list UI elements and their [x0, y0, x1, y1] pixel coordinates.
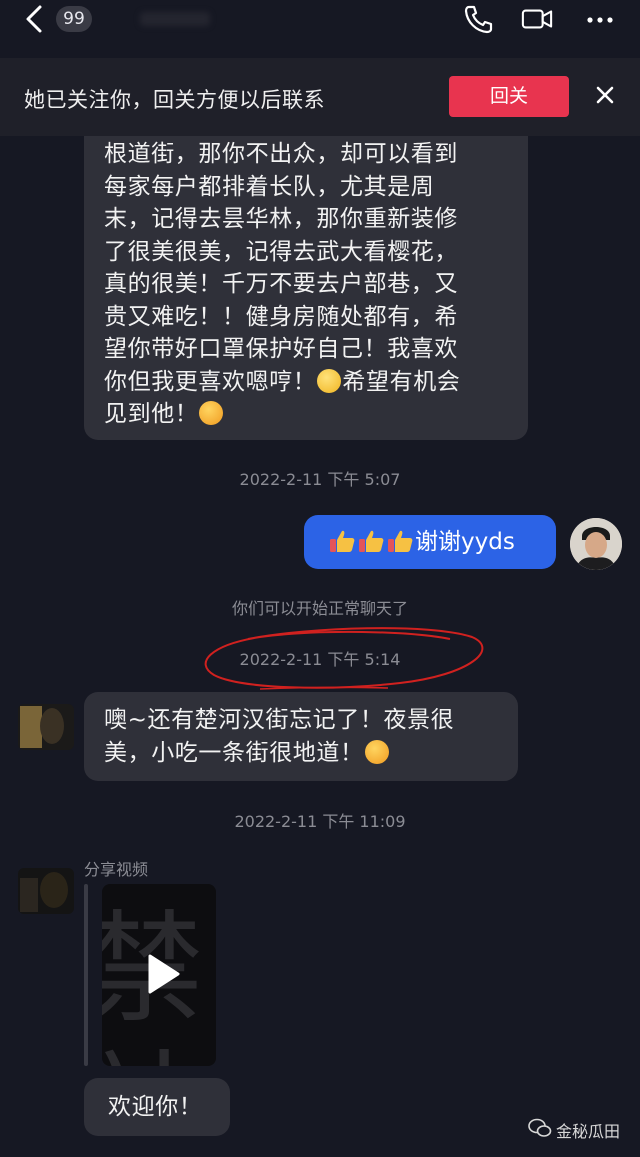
contact-avatar[interactable]: [18, 704, 74, 750]
share-video-label: 分享视频: [84, 860, 149, 879]
share-quote-bar: [84, 884, 88, 1066]
message-line: 贵又难吃！！健身房随处都有，希: [104, 303, 458, 330]
message-line: 了很美很美，记得去武大看樱花，: [104, 238, 458, 265]
more-options-icon[interactable]: [584, 4, 616, 34]
unread-badge: 99: [56, 6, 92, 32]
incoming-message-long: 根道街，那你不出众，却可以看到 每家每户都排着长队，尤其是周 末，记得去昙华林，…: [84, 120, 528, 440]
message-line-text: 见到他！: [104, 401, 199, 427]
shared-video-thumbnail[interactable]: 禁站: [102, 884, 216, 1066]
incoming-message-short: 噢~还有楚河汉街忘记了！夜景很 美，小吃一条街很地道！: [84, 692, 518, 781]
message-line: 见到他！: [104, 398, 508, 431]
watermark-text: 金秘瓜田: [556, 1122, 621, 1141]
blurred-avatar-icon: [18, 868, 74, 914]
contact-name-blurred: [140, 12, 210, 26]
message-line: 美，小吃一条街很地道！: [104, 737, 498, 770]
incoming-message-welcome: 欢迎你！: [84, 1078, 230, 1136]
red-annotation-circle: [204, 627, 484, 690]
close-icon[interactable]: [594, 84, 616, 106]
my-avatar[interactable]: [570, 518, 622, 570]
message-line: 真的很美！千万不要去户部巷，又: [104, 271, 458, 297]
play-icon[interactable]: [142, 952, 182, 996]
follow-back-text: 她已关注你，回关方便以后联系: [24, 88, 325, 112]
video-call-icon[interactable]: [521, 4, 553, 34]
phone-icon[interactable]: [462, 4, 494, 34]
follow-back-button[interactable]: 回关: [449, 76, 569, 117]
contact-avatar[interactable]: [18, 868, 74, 914]
timestamp: 2022-2-11 下午 5:07: [239, 470, 401, 489]
thumbs-up-emoji-icon: [388, 530, 413, 552]
message-line: 末，记得去昙华林，那你重新装修: [104, 206, 458, 232]
message-line: 根道街，那你不出众，却可以看到: [104, 141, 458, 167]
outgoing-message-text: 谢谢yyds: [415, 529, 515, 555]
heart-eyes-emoji-icon: [199, 401, 224, 425]
thumbs-up-emoji-icon: [330, 530, 355, 552]
heart-eyes-emoji-icon: [364, 739, 389, 764]
message-line: 你但我更喜欢嗯哼！ 希望有机会: [104, 366, 508, 399]
wechat-icon: [528, 1118, 552, 1137]
outgoing-message: 谢谢yyds: [304, 515, 556, 569]
system-notice: 你们可以开始正常聊天了: [231, 599, 408, 618]
timestamp: 2022-2-11 下午 11:09: [234, 812, 406, 831]
message-line: 每家每户都排着长队，尤其是周: [104, 173, 435, 200]
message-line-text: 你但我更喜欢嗯哼！: [104, 368, 317, 395]
person-avatar-icon: [570, 518, 622, 570]
message-line-text: 美，小吃一条街很地道！: [104, 739, 364, 766]
thumbs-up-emoji-icon: [359, 530, 384, 552]
message-line: 噢~还有楚河汉街忘记了！夜景很: [104, 707, 455, 733]
blurred-avatar-icon: [18, 704, 74, 750]
back-arrow-icon[interactable]: [22, 4, 48, 34]
smirk-emoji-icon: [317, 368, 342, 393]
message-line: 望你带好口罩保护好自己！我喜欢: [104, 336, 458, 362]
message-line-text: 希望有机会: [342, 368, 461, 395]
